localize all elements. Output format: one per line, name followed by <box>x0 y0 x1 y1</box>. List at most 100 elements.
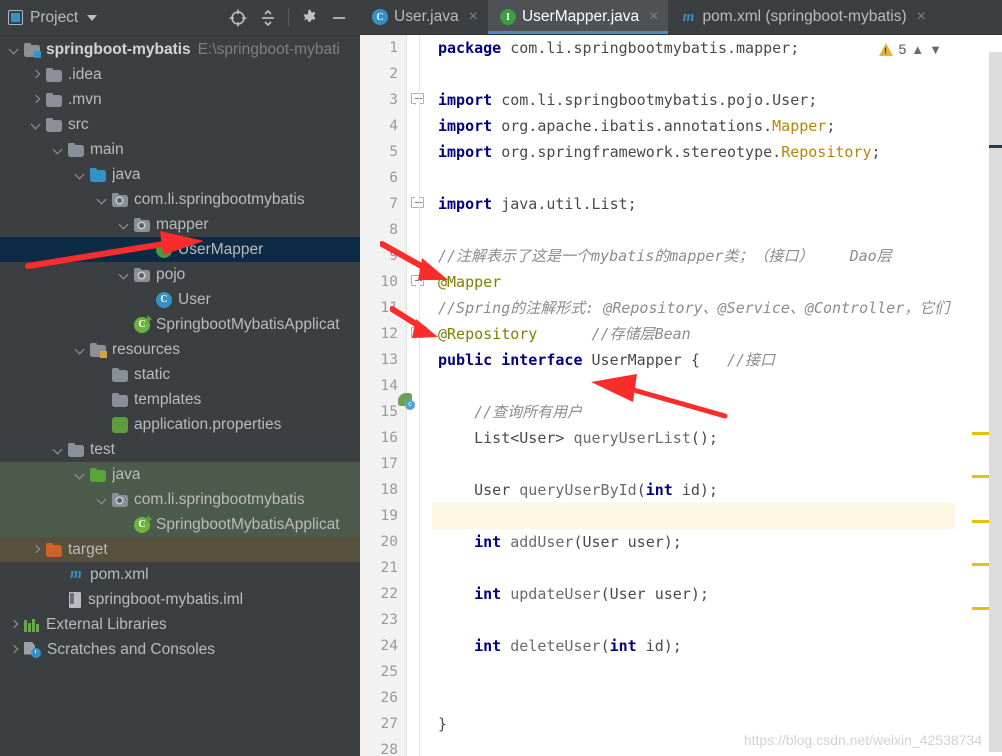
project-tool-window-title: Project <box>30 8 79 26</box>
chevron-down-icon[interactable] <box>8 43 21 56</box>
code-token: import <box>438 91 502 109</box>
chevron-down-icon[interactable] <box>118 268 131 281</box>
code-line[interactable]: //注解表示了这是一个mybatis的mapper类；（接口） Dao层 <box>438 243 1002 269</box>
code-token: public interface <box>438 351 592 369</box>
project-tool-window-title-group[interactable]: Project <box>8 8 98 27</box>
close-icon[interactable]: × <box>649 9 658 25</box>
code-line[interactable] <box>438 659 1002 685</box>
tree-node-springbootmybatisapplicat[interactable]: C SpringbootMybatisApplicat <box>0 512 360 537</box>
tree-node-springboot-mybatis-iml[interactable]: springboot-mybatis.iml <box>0 587 360 612</box>
warning-marker[interactable] <box>972 475 989 478</box>
tree-node-main[interactable]: main <box>0 137 360 162</box>
code-line[interactable]: //Spring的注解形式: @Repository、@Service、@Con… <box>438 295 1002 321</box>
chevron-right-icon[interactable] <box>8 643 21 656</box>
chevron-right-icon[interactable] <box>8 618 21 631</box>
code-line[interactable] <box>438 217 1002 243</box>
code-editor[interactable]: 1 2 3 4 5 6 7 8 9 10 11 12 13 14 15 16 17 18 19 20 21 22 23 24 2… <box>360 35 1002 756</box>
tree-node-static[interactable]: static <box>0 362 360 387</box>
fold-toggle-icon[interactable] <box>411 275 426 290</box>
chevron-up-icon[interactable]: ▲ <box>911 42 924 57</box>
tree-node-test[interactable]: test <box>0 437 360 462</box>
code-line[interactable]: @Repository //存储层Bean <box>438 321 1002 347</box>
chevron-down-icon[interactable] <box>96 193 109 206</box>
tree-node-com-li-springbootmybatis[interactable]: com.li.springbootmybatis <box>0 487 360 512</box>
tree-node-com-li-springbootmybatis[interactable]: com.li.springbootmybatis <box>0 187 360 212</box>
code-line[interactable]: List<User> queryUserList(); <box>438 425 1002 451</box>
tree-node-external-libraries[interactable]: External Libraries <box>0 612 360 637</box>
inspection-status-widget[interactable]: 5 ▲ ▼ <box>879 41 942 57</box>
chevron-down-icon[interactable] <box>74 468 87 481</box>
code-line[interactable] <box>438 685 1002 711</box>
marker-bar[interactable] <box>989 35 1002 756</box>
code-line[interactable]: int deleteUser(int id); <box>438 633 1002 659</box>
code-line[interactable] <box>438 451 1002 477</box>
code-line[interactable]: public interface UserMapper { //接口 <box>438 347 1002 373</box>
code-line[interactable]: int addUser(User user); <box>438 529 1002 555</box>
code-token: updateUser <box>510 585 601 603</box>
implemented-interface-gutter-icon[interactable]: c <box>398 393 415 410</box>
tree-node-src[interactable]: src <box>0 112 360 137</box>
tree-node-target[interactable]: target <box>0 537 360 562</box>
tree-node-springbootmybatisapplicat[interactable]: C SpringbootMybatisApplicat <box>0 312 360 337</box>
tree-node-scratches-and-consoles[interactable]: Scratches and Consoles <box>0 637 360 662</box>
tree-node-springboot-mybatis[interactable]: springboot-mybatis E:\springboot-mybati <box>0 37 360 62</box>
warning-marker[interactable] <box>972 563 989 566</box>
warning-marker[interactable] <box>972 432 989 435</box>
editor-scrollbar-thumb[interactable] <box>989 52 1002 752</box>
tree-node-resources[interactable]: resources <box>0 337 360 362</box>
tree-node-templates[interactable]: templates <box>0 387 360 412</box>
tree-node-user[interactable]: C User <box>0 287 360 312</box>
code-line[interactable]: import org.springframework.stereotype.Re… <box>438 139 1002 165</box>
chevron-down-icon[interactable] <box>74 168 87 181</box>
tree-node-java[interactable]: java <box>0 162 360 187</box>
chevron-right-icon[interactable] <box>30 93 43 106</box>
chevron-down-icon[interactable] <box>52 143 65 156</box>
editor-tab-usermapper-java[interactable]: I UserMapper.java × <box>487 0 669 34</box>
code-line[interactable]: int updateUser(User user); <box>438 581 1002 607</box>
code-line[interactable]: import com.li.springbootmybatis.pojo.Use… <box>438 87 1002 113</box>
close-icon[interactable]: × <box>917 9 926 25</box>
code-line[interactable]: import java.util.List; <box>438 191 1002 217</box>
chevron-down-icon[interactable] <box>30 118 43 131</box>
code-line[interactable] <box>438 607 1002 633</box>
code-line[interactable] <box>438 503 1002 529</box>
tree-node-idea[interactable]: .idea <box>0 62 360 87</box>
chevron-down-icon[interactable]: ▼ <box>929 42 942 57</box>
warning-marker[interactable] <box>972 607 989 610</box>
project-tree[interactable]: springboot-mybatis E:\springboot-mybati .i… <box>0 36 360 756</box>
settings-gear-icon[interactable] <box>294 4 324 32</box>
code-line[interactable]: import org.apache.ibatis.annotations.Map… <box>438 113 1002 139</box>
tree-node-java[interactable]: java <box>0 462 360 487</box>
editor-tab-pom-xml-springboot-mybatis[interactable]: m pom.xml (springboot-mybatis) × <box>668 0 936 34</box>
fold-toggle-icon[interactable] <box>411 93 426 108</box>
collapse-all-icon[interactable] <box>253 4 283 32</box>
code-line[interactable] <box>438 165 1002 191</box>
editor-tab-user-java[interactable]: C User.java × <box>360 0 488 34</box>
tree-node-usermapper[interactable]: I UserMapper <box>0 237 360 262</box>
code-line[interactable]: @Mapper <box>438 269 1002 295</box>
chevron-right-icon[interactable] <box>30 543 43 556</box>
tree-node-mapper[interactable]: mapper <box>0 212 360 237</box>
chevron-down-icon[interactable] <box>52 443 65 456</box>
hide-icon[interactable] <box>324 4 354 32</box>
code-line[interactable] <box>438 555 1002 581</box>
scroll-position-marker[interactable] <box>989 145 1002 148</box>
fold-toggle-icon[interactable] <box>411 193 426 212</box>
warning-marker[interactable] <box>972 520 989 523</box>
tree-node-mvn[interactable]: .mvn <box>0 87 360 112</box>
tree-node-application-properties[interactable]: application.properties <box>0 412 360 437</box>
chevron-down-icon[interactable] <box>96 493 109 506</box>
chevron-down-icon[interactable] <box>118 218 131 231</box>
code-line[interactable]: //查询所有用户 <box>438 399 1002 425</box>
code-line[interactable]: User queryUserById(int id); <box>438 477 1002 503</box>
close-icon[interactable]: × <box>469 9 478 25</box>
code-line[interactable] <box>438 373 1002 399</box>
select-opened-file-icon[interactable] <box>223 4 253 32</box>
chevron-right-icon[interactable] <box>30 68 43 81</box>
tree-node-pojo[interactable]: pojo <box>0 262 360 287</box>
code-line[interactable] <box>438 61 1002 87</box>
fold-toggle-icon[interactable] <box>411 327 426 342</box>
tree-node-pom-xml[interactable]: m pom.xml <box>0 562 360 587</box>
chevron-down-icon[interactable] <box>87 14 98 21</box>
chevron-down-icon[interactable] <box>74 343 87 356</box>
